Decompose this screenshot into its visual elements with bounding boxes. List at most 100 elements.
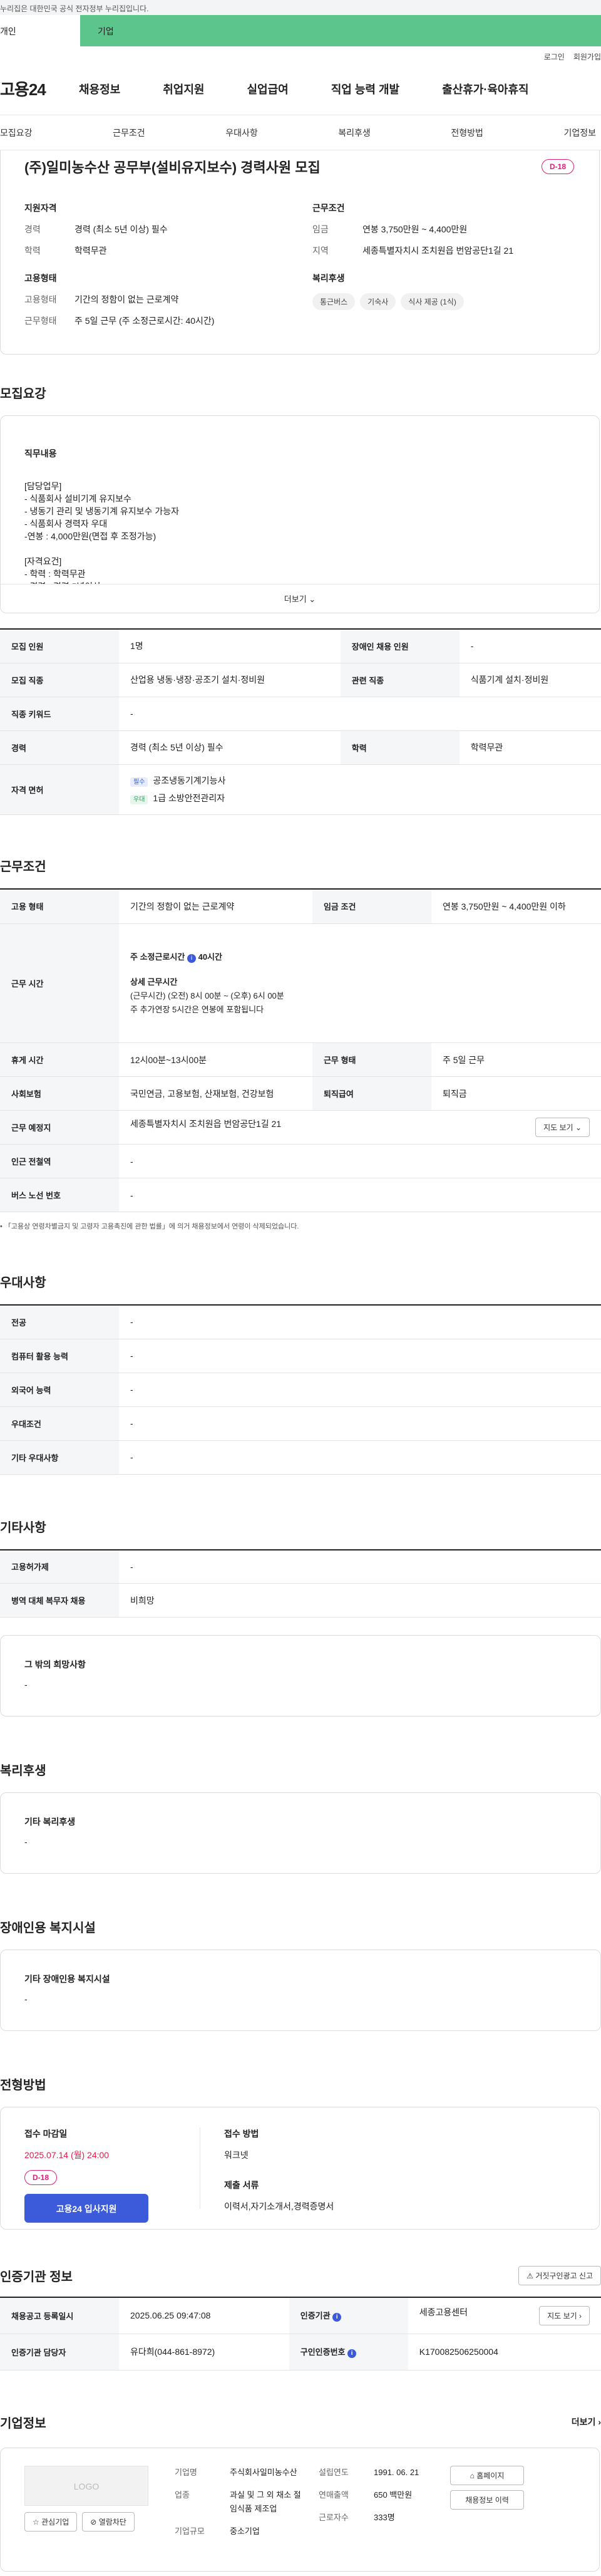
- gnb-unemployment-benefit[interactable]: 실업급여: [247, 81, 289, 97]
- table-label: 경력: [0, 730, 119, 765]
- benefit-box: 기타 복리후생 -: [0, 1792, 601, 1874]
- login-link[interactable]: 로그인: [544, 53, 565, 61]
- summary-label: 학력: [24, 246, 41, 256]
- tab-individual[interactable]: 개인: [0, 15, 80, 46]
- company-label: 설립연도: [319, 2467, 349, 2477]
- apply-button[interactable]: 고용24 입사지원: [24, 2194, 148, 2223]
- table-row: 버스 노선 번호 -: [0, 1178, 601, 1212]
- gov-banner: 누리집은 대한민국 공식 전자정부 누리집입니다.: [0, 0, 601, 15]
- anchor-pref[interactable]: 우대사항: [225, 127, 258, 139]
- table-value: 학력무관: [459, 730, 601, 765]
- anchor-company[interactable]: 기업정보: [563, 127, 596, 139]
- section-title-agency: 인증기관 정보: [0, 2270, 73, 2284]
- table-label: 버스 노선 번호: [0, 1178, 119, 1212]
- table-label: 인근 전철역: [0, 1144, 119, 1178]
- anchor-work[interactable]: 근무조건: [113, 127, 145, 139]
- gnb-parental-leave[interactable]: 출산휴가·육아휴직: [442, 81, 528, 97]
- company-label: 업종: [175, 2490, 190, 2500]
- welfare-chip: 기숙사: [360, 293, 396, 310]
- table-label: 구인인증번호 i: [289, 2334, 408, 2371]
- table-label: 관련 직종: [340, 663, 460, 697]
- summary-value: 학력무관: [74, 246, 107, 256]
- table-value: -: [119, 1305, 601, 1339]
- table-value: 12시00분~13시00분: [119, 1042, 312, 1077]
- gnb-jobs[interactable]: 채용정보: [79, 81, 120, 97]
- table-label: 근무 시간: [0, 923, 119, 1043]
- company-industry: 과실 및 그 외 채소 절임식품 제조업: [230, 2490, 301, 2513]
- welfare-chip: 식사 제공 (1식): [401, 293, 464, 310]
- site-logo[interactable]: 고용24: [0, 77, 79, 100]
- job-title: (주)일미농수산 공무부(설비유지보수) 경력사원 모집: [24, 160, 321, 175]
- table-row: 고용 형태 기간의 정함이 없는 근로계약 임금 조건 연봉 3,750만원 ~ 4…: [0, 888, 601, 924]
- company-info-right: 설립연도 1991. 06. 21 연매출액 650 백만원 근로자수 333명: [319, 2466, 450, 2553]
- table-value: 2025.06.25 09:47:08: [119, 2297, 289, 2334]
- chevron-down-icon: ⌄: [575, 1123, 582, 1132]
- table-label: 컴퓨터 활용 능력: [0, 1339, 119, 1373]
- agency-header: 인증기관 정보 ⚠ 거짓구인광고 신고: [0, 2266, 601, 2285]
- duty-box: 직무내용 [담당업무] - 식품회사 설비기계 유지보수 - 냉동기 관리 및 …: [0, 415, 600, 613]
- disability-box-title: 기타 장애인용 복지시설: [24, 1974, 110, 1984]
- license-name: 1급 소방안전관리자: [153, 793, 225, 803]
- summary-label: 지역: [312, 246, 329, 256]
- table-value: -: [119, 1406, 601, 1441]
- block-icon: ⊘: [90, 2517, 97, 2527]
- company-employees: 333명: [374, 2512, 395, 2522]
- company-name: 주식회사일미농수산: [230, 2467, 297, 2477]
- gnb-vocational-training[interactable]: 직업 능력 개발: [331, 81, 399, 97]
- anchor-selection[interactable]: 전형방법: [451, 127, 483, 139]
- company-label: 기업규모: [175, 2526, 205, 2536]
- table-value: -: [119, 1144, 601, 1178]
- work-time-detail: 주 소정근로시간 i 40시간 상세 근무시간 (근무시간) (오전) 8시 0…: [119, 923, 601, 1043]
- tab-business[interactable]: 기업: [80, 15, 601, 46]
- deadline-title: 접수 마감일: [24, 2129, 68, 2139]
- agency-org-label: 인증기관: [300, 2311, 331, 2321]
- signup-link[interactable]: 회원가입: [573, 53, 601, 61]
- gov-banner-text: 누리집은 대한민국 공식 전자정부 누리집입니다.: [0, 4, 149, 13]
- gnb-employment-support[interactable]: 취업지원: [163, 81, 204, 97]
- table-label: 장애인 채용 인원: [340, 629, 460, 663]
- summary-value: 기간의 정함이 없는 근로계약: [74, 294, 179, 304]
- table-label: 모집 인원: [0, 629, 119, 663]
- table-row: 근무 시간 주 소정근로시간 i 40시간 상세 근무시간 (근무시간) (오전…: [0, 923, 601, 1043]
- favorite-company-button[interactable]: ☆ 관심기업: [24, 2511, 78, 2532]
- report-button-label: 거짓구인광고 신고: [535, 2272, 593, 2280]
- etc-wish-title: 그 밖의 희망사항: [24, 1659, 86, 1670]
- section-title-disability: 장애인용 복지시설: [0, 1921, 96, 1935]
- disability-box-value: -: [24, 1994, 28, 2004]
- company-card: LOGO ☆ 관심기업 ⊘ 열람차단 기업명 주식회사일미농수산 업종 과실 및 그…: [0, 2447, 600, 2572]
- dday-badge: D-18: [24, 2170, 58, 2185]
- table-value: 비희망: [119, 1583, 601, 1618]
- company-size: 중소기업: [230, 2526, 260, 2536]
- report-button[interactable]: ⚠ 거짓구인광고 신고: [518, 2266, 601, 2285]
- map-button[interactable]: 지도 보기 ⌄: [535, 1118, 590, 1137]
- method-title: 접수 방법: [224, 2129, 259, 2139]
- homepage-button[interactable]: ⌂ 홈페이지: [450, 2465, 524, 2485]
- duty-more-button[interactable]: 더보기 ⌄: [1, 584, 599, 613]
- summary-welfare: 복리후생 통근버스 기숙사 식사 제공 (1식): [312, 272, 575, 336]
- work-time-line: (근무시간) (오전) 8시 00분 ~ (오후) 6시 00분: [130, 990, 284, 1000]
- summary-conditions: 근무조건 임금 연봉 3,750만원 ~ 4,400만원 지역 세종특별자치시 조치…: [312, 202, 575, 272]
- anchor-recruit[interactable]: 모집요강: [0, 127, 33, 139]
- summary-label: 고용형태: [24, 294, 57, 304]
- table-row: 우대조건 -: [0, 1406, 601, 1441]
- summary-value: 주 5일 근무 (주 소정근로시간: 40시간): [74, 316, 215, 326]
- summary-employment: 고용형태 고용형태 기간의 정함이 없는 근로계약 근무형태 주 5일 근무 (주 …: [24, 272, 287, 336]
- anchor-benefit[interactable]: 복리후생: [338, 127, 371, 139]
- section-title-company: 기업정보: [0, 2416, 46, 2431]
- recruit-history-button[interactable]: 채용정보 이력: [450, 2490, 524, 2510]
- info-icon[interactable]: i: [347, 2349, 357, 2358]
- info-icon[interactable]: i: [187, 953, 196, 963]
- map-button-label: 지도 보기: [543, 1123, 573, 1132]
- agency-map-label: 지도 보기: [547, 2311, 577, 2320]
- duty-title: 직무내용: [24, 449, 57, 459]
- info-icon[interactable]: i: [332, 2313, 342, 2322]
- block-view-button[interactable]: ⊘ 열람차단: [82, 2511, 135, 2532]
- company-more-link[interactable]: 더보기 ›: [572, 2416, 601, 2428]
- etc-wish-box: 그 밖의 희망사항 -: [0, 1635, 601, 1716]
- deadline-value: 2025.07.14 (월) 24:00: [24, 2150, 110, 2160]
- agency-map-button[interactable]: 지도 보기 ›: [539, 2305, 590, 2325]
- duty-text: [담당업무] - 식품회사 설비기계 유지보수 - 냉동기 관리 및 냉동기계 …: [24, 481, 179, 591]
- docs-title: 제출 서류: [224, 2180, 259, 2190]
- table-value: -: [119, 1339, 601, 1373]
- table-label: 사회보험: [0, 1076, 119, 1111]
